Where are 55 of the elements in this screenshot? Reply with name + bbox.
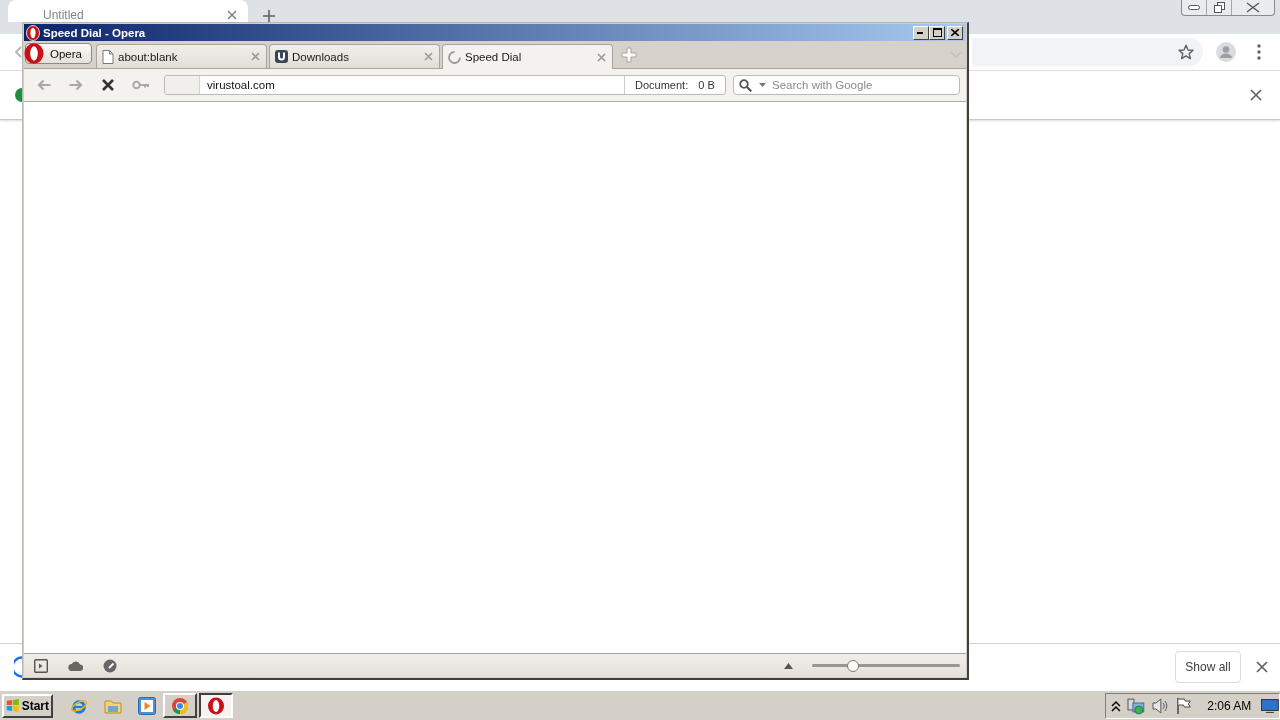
caret-icon[interactable] <box>759 83 766 87</box>
double-chevron-up-icon[interactable] <box>1111 699 1121 712</box>
close-icon[interactable] <box>597 52 606 62</box>
clock-text[interactable]: 2:06 AM <box>1207 698 1252 713</box>
ring-logo-icon <box>24 43 44 64</box>
menu-button[interactable]: Opera <box>25 43 92 64</box>
restore-icon <box>1213 2 1225 13</box>
flag-icon[interactable] <box>1176 696 1193 715</box>
close-icon <box>1246 2 1260 13</box>
ring-logo-icon <box>26 24 40 41</box>
close-icon[interactable] <box>227 9 237 20</box>
search-field[interactable]: Search with Google <box>733 75 960 95</box>
search-input[interactable]: Search with Google <box>772 77 959 93</box>
address-field[interactable]: virustoal.com Document: 0 B <box>164 75 726 95</box>
tab[interactable]: Speed Dial <box>442 44 613 69</box>
close-icon[interactable] <box>1256 661 1268 673</box>
ring-logo-icon <box>207 696 225 715</box>
zoom-slider-thumb[interactable] <box>847 659 860 672</box>
maximize-button[interactable] <box>929 25 945 40</box>
minimize-icon <box>1188 5 1200 10</box>
search-icon[interactable] <box>739 78 752 92</box>
address-field[interactable] <box>972 38 1203 66</box>
show-all-button[interactable]: Show all <box>1175 651 1241 683</box>
document-size: 0 B <box>698 79 715 91</box>
maximize-icon <box>932 28 942 37</box>
plus-icon[interactable] <box>263 10 275 22</box>
round-logo-icon <box>171 696 189 715</box>
gauge-icon[interactable] <box>103 658 117 673</box>
cloud-icon[interactable] <box>68 660 83 671</box>
monitor-icon[interactable] <box>1261 698 1279 713</box>
address-input[interactable]: virustoal.com <box>200 76 624 94</box>
spinner-icon <box>448 50 461 64</box>
minimize-icon <box>917 31 925 34</box>
dots-menu-icon[interactable] <box>1257 44 1261 60</box>
star-icon[interactable] <box>1178 44 1194 60</box>
speaker-icon[interactable] <box>1150 696 1169 715</box>
triangle-up-icon[interactable] <box>784 662 793 669</box>
arc-icon <box>14 656 22 678</box>
close-button[interactable] <box>947 25 963 40</box>
tab[interactable]: Downloads <box>269 44 440 68</box>
avatar-icon[interactable] <box>1216 42 1236 62</box>
browser-tab[interactable]: Untitled <box>8 0 248 22</box>
stop-icon[interactable] <box>100 77 116 93</box>
window-title: Speed Dial - Opera <box>43 26 147 39</box>
tile-icon <box>275 50 288 63</box>
tab[interactable]: about:blank <box>96 44 267 68</box>
close-icon <box>951 29 959 36</box>
play-icon[interactable] <box>138 696 156 715</box>
network-icon[interactable] <box>1126 696 1145 715</box>
document-label: Document: <box>635 79 689 91</box>
start-button[interactable]: Start <box>2 693 53 718</box>
close-icon[interactable] <box>1250 89 1262 101</box>
flag-logo-icon <box>6 698 20 713</box>
page-icon <box>102 49 114 64</box>
taskbar-button[interactable] <box>199 693 233 718</box>
